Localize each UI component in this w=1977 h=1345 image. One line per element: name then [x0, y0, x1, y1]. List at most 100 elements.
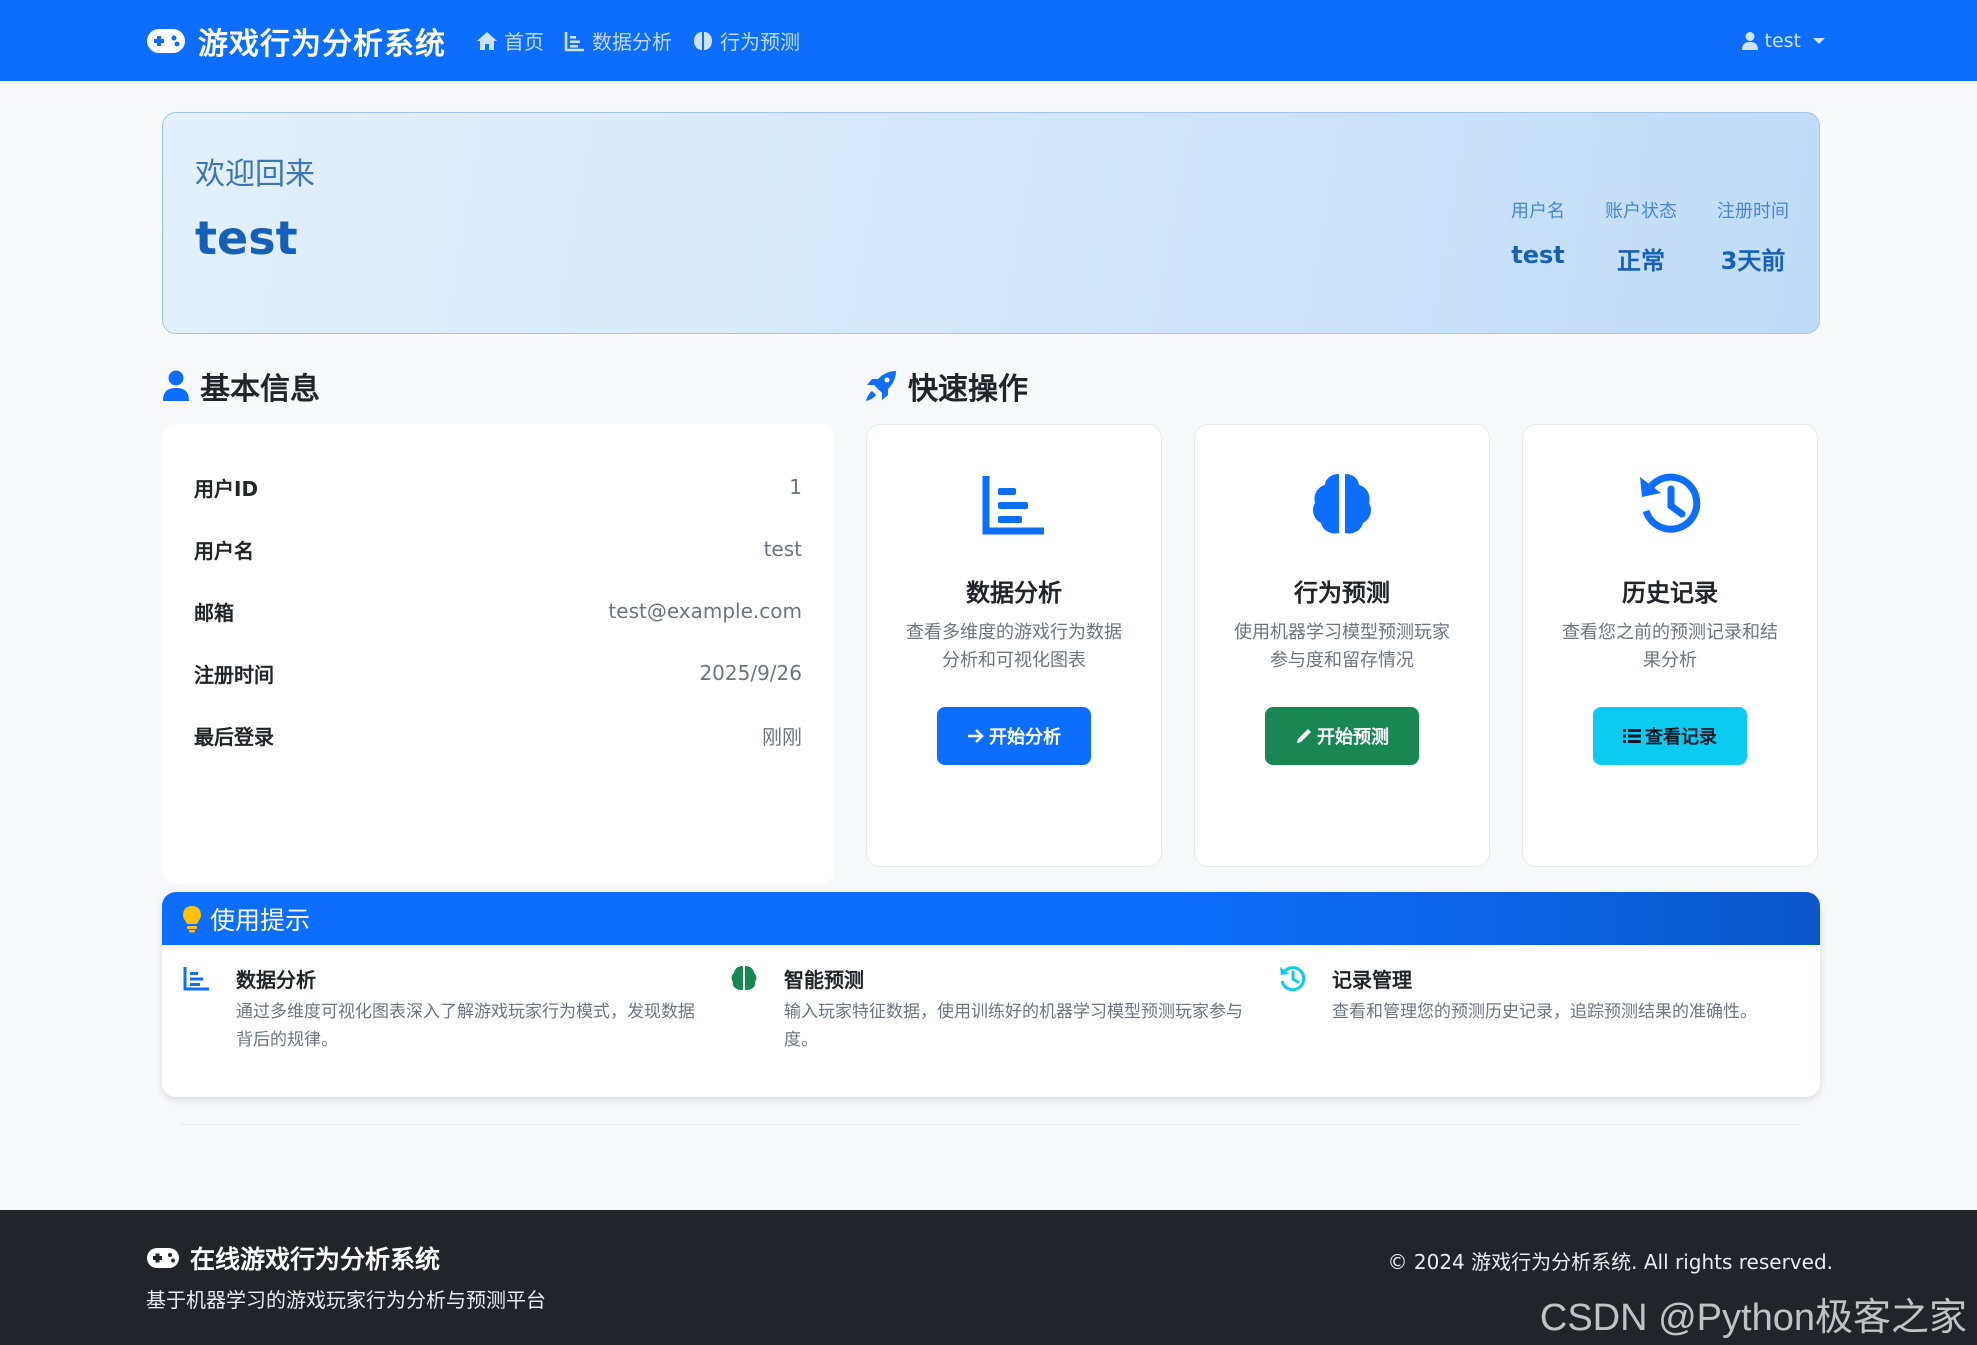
user-icon [163, 370, 189, 401]
info-value: 1 [789, 475, 802, 499]
basic-info-card: 用户ID 1 用户名 test 邮箱 test@example.com 注册时间… [162, 424, 834, 884]
nav-link-home[interactable]: 首页 [476, 26, 544, 55]
pencil-icon [1297, 729, 1311, 743]
nav-link-label: 数据分析 [592, 30, 672, 54]
lightbulb-icon [183, 905, 201, 932]
quick-action-title: 行为预测 [1294, 579, 1390, 607]
quick-action-history: 历史记录 查看您之前的预测记录和结 果分析 查看记录 [1522, 424, 1818, 867]
basic-info-heading: 基本信息 [162, 364, 320, 408]
tip-description: 查看和管理您的预测历史记录，追踪预测结果的准确性。 [1332, 1002, 1757, 1022]
quick-action-behavior-prediction: 行为预测 使用机器学习模型预测玩家 参与度和留存情况 开始预测 [1194, 424, 1490, 867]
info-row-registered: 注册时间 2025/9/26 [194, 658, 802, 688]
brain-icon [731, 966, 757, 990]
chart-bar-icon [564, 31, 584, 51]
info-value: test [763, 537, 802, 561]
home-icon [477, 31, 497, 50]
info-row-user-id: 用户ID 1 [194, 472, 802, 502]
stat-account-status: 账户状态 正常 [1605, 197, 1677, 276]
view-records-button[interactable]: 查看记录 [1593, 707, 1747, 765]
footer: 在线游戏行为分析系统 基于机器学习的游戏玩家行为分析与预测平台 © 2024 游… [0, 1210, 1977, 1345]
user-name: test [1764, 29, 1802, 52]
info-key: 用户ID [194, 476, 259, 501]
quick-action-description: 使用机器学习模型预测玩家 参与度和留存情况 [1225, 619, 1459, 675]
welcome-stats: 用户名 test 账户状态 正常 注册时间 3天前 [1471, 197, 1789, 276]
info-key: 最后登录 [194, 724, 274, 749]
arrow-right-icon [968, 729, 984, 743]
usage-tips-card: 使用提示 数据分析 通过多维度可视化图表深入了解游戏玩家行为模式，发现数据背后的… [162, 892, 1820, 1097]
info-value: 刚刚 [762, 724, 802, 749]
button-label: 开始预测 [1317, 727, 1389, 748]
section-title: 基本信息 [200, 372, 320, 407]
list-icon [1623, 729, 1641, 743]
start-analysis-button[interactable]: 开始分析 [937, 707, 1091, 765]
welcome-banner: 欢迎回来 test 用户名 test 账户状态 正常 注册时间 3天前 [162, 112, 1820, 334]
info-value: 2025/9/26 [699, 661, 802, 685]
stat-label: 注册时间 [1717, 201, 1789, 222]
history-icon [1280, 966, 1306, 992]
quick-action-description: 查看多维度的游戏行为数据 分析和可视化图表 [897, 619, 1131, 675]
nav-link-label: 行为预测 [720, 30, 800, 54]
nav-link-behavior-prediction[interactable]: 行为预测 [692, 26, 800, 55]
description-line: 使用机器学习模型预测玩家 [1234, 622, 1450, 643]
stat-username: 用户名 test [1511, 197, 1565, 276]
quick-actions-heading: 快速操作 [864, 364, 1028, 408]
stat-registered: 注册时间 3天前 [1717, 197, 1789, 276]
description-line: 参与度和留存情况 [1270, 650, 1414, 671]
tip-title: 智能预测 [784, 968, 864, 992]
quick-action-title: 数据分析 [966, 579, 1062, 607]
description-line: 分析和可视化图表 [942, 650, 1086, 671]
start-prediction-button[interactable]: 开始预测 [1265, 707, 1419, 765]
rocket-icon [866, 371, 896, 401]
usage-tips-title: 使用提示 [210, 905, 311, 935]
section-title: 快速操作 [908, 372, 1028, 407]
chart-bar-icon [183, 967, 209, 991]
brand-title: 游戏行为分析系统 [198, 26, 446, 62]
brain-icon [694, 31, 712, 50]
button-label: 开始分析 [989, 727, 1061, 748]
quick-action-data-analysis: 数据分析 查看多维度的游戏行为数据 分析和可视化图表 开始分析 [866, 424, 1162, 867]
quick-action-description: 查看您之前的预测记录和结 果分析 [1553, 619, 1787, 675]
stat-value: 正常 [1617, 247, 1665, 275]
description-line: 查看多维度的游戏行为数据 [906, 622, 1122, 643]
divider [180, 1124, 1800, 1125]
nav-link-label: 首页 [504, 30, 544, 54]
stat-value: test [1511, 241, 1565, 269]
user-icon [1741, 31, 1758, 50]
footer-brand: 在线游戏行为分析系统 [146, 1240, 440, 1276]
navbar-brand[interactable]: 游戏行为分析系统 [146, 0, 446, 81]
quick-action-title: 历史记录 [1622, 579, 1718, 607]
tip-title: 数据分析 [236, 968, 316, 992]
description-line: 查看您之前的预测记录和结 [1562, 622, 1778, 643]
nav-link-data-analysis[interactable]: 数据分析 [564, 26, 672, 55]
brain-icon [1313, 474, 1371, 534]
tip-description: 输入玩家特征数据，使用训练好的机器学习模型预测玩家参与度。 [784, 1002, 1243, 1050]
gamepad-icon [147, 1248, 179, 1268]
user-dropdown[interactable]: test [1741, 0, 1825, 81]
history-icon [1640, 473, 1701, 533]
navbar: 游戏行为分析系统 首页 数据分析 行为预测 test [0, 0, 1977, 81]
info-row-username: 用户名 test [194, 534, 802, 564]
tip-title: 记录管理 [1332, 968, 1412, 992]
footer-brand-title: 在线游戏行为分析系统 [190, 1245, 441, 1274]
button-label: 查看记录 [1645, 727, 1717, 748]
welcome-username: test [195, 211, 298, 265]
gamepad-icon [147, 28, 185, 53]
footer-copyright: © 2024 游戏行为分析系统. All rights reserved. [1387, 1250, 1833, 1274]
info-key: 用户名 [194, 538, 254, 563]
watermark: CSDN @Python极客之家 [1539, 1297, 1967, 1339]
nav-links: 首页 数据分析 行为预测 [476, 0, 820, 81]
stat-label: 账户状态 [1605, 201, 1677, 222]
welcome-subtitle: 欢迎回来 [195, 157, 315, 192]
info-key: 注册时间 [194, 662, 274, 687]
usage-tips-header: 使用提示 [162, 892, 1820, 945]
chart-bar-icon [982, 476, 1044, 535]
tip-description: 通过多维度可视化图表深入了解游戏玩家行为模式，发现数据背后的规律。 [236, 1002, 695, 1050]
info-row-last-login: 最后登录 刚刚 [194, 720, 802, 750]
info-row-email: 邮箱 test@example.com [194, 596, 802, 626]
info-key: 邮箱 [194, 600, 234, 625]
info-value: test@example.com [608, 599, 802, 623]
caret-down-icon [1813, 37, 1825, 44]
description-line: 果分析 [1643, 650, 1697, 671]
stat-label: 用户名 [1511, 201, 1565, 222]
footer-subtitle: 基于机器学习的游戏玩家行为分析与预测平台 [146, 1288, 546, 1312]
